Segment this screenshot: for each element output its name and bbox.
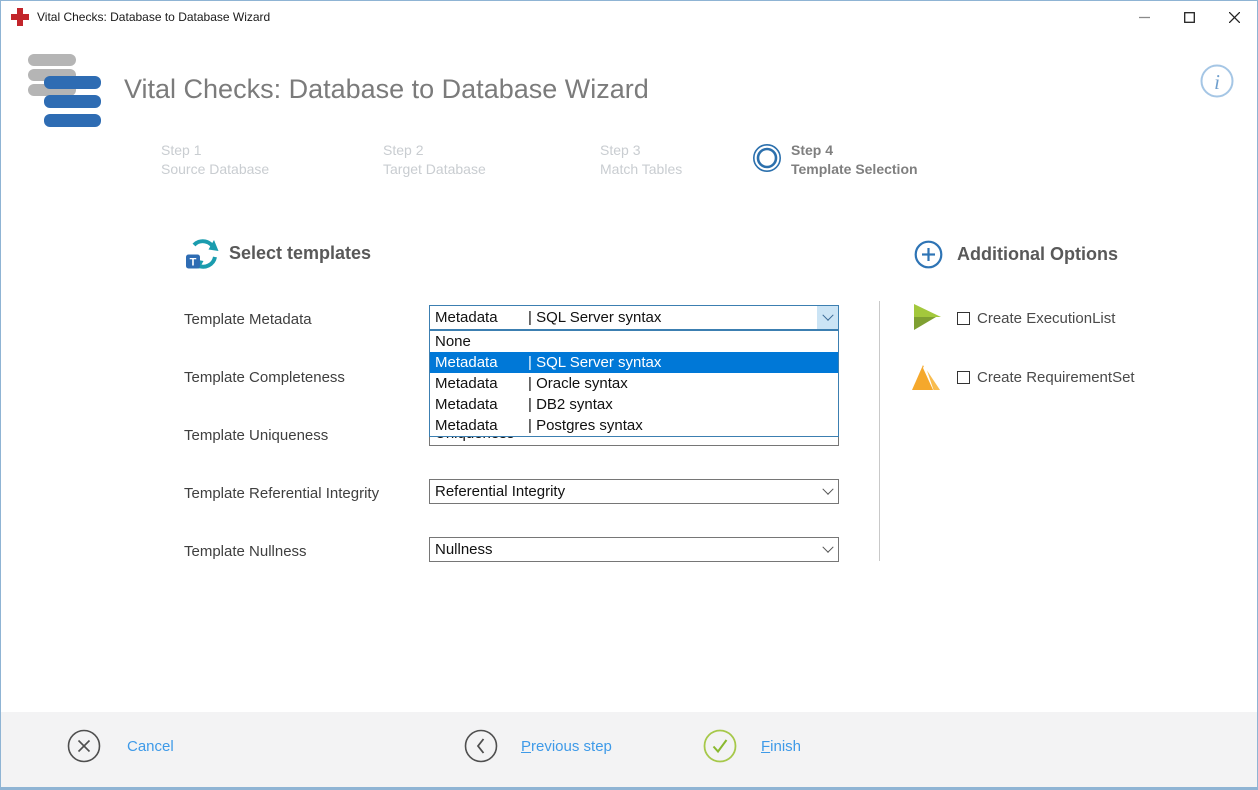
selected-value: Referential Integrity (435, 483, 565, 500)
dropdown-arrow[interactable] (817, 538, 838, 561)
title-bar: Vital Checks: Database to Database Wizar… (1, 1, 1257, 33)
template-uniqueness-label: Template Uniqueness (184, 427, 328, 444)
cancel-button[interactable]: Cancel (67, 729, 174, 763)
dropdown-option-none[interactable]: None (430, 331, 838, 352)
requirement-set-icon (912, 362, 942, 392)
step-label: Target Database (383, 161, 486, 177)
step-4-template-selection: Step 4 Template Selection (791, 141, 918, 179)
option-name: Metadata (435, 417, 528, 434)
step-number: Step 4 (791, 141, 918, 160)
dropdown-arrow[interactable] (817, 480, 838, 503)
option-detail: | Postgres syntax (528, 417, 643, 434)
template-metadata-label: Template Metadata (184, 311, 312, 328)
option-name: Metadata (435, 396, 528, 413)
plus-circle-icon (914, 240, 943, 269)
option-detail: | DB2 syntax (528, 396, 613, 413)
select-templates-icon: T (185, 236, 219, 270)
option-detail: | Oracle syntax (528, 375, 628, 392)
chevron-down-icon (822, 309, 833, 320)
check-icon (703, 729, 737, 763)
close-icon (1229, 12, 1240, 23)
page-title: Vital Checks: Database to Database Wizar… (124, 74, 649, 105)
template-nullness-select[interactable]: Nullness (429, 537, 839, 562)
wizard-window: Vital Checks: Database to Database Wizar… (0, 0, 1258, 790)
create-executionlist-label[interactable]: Create ExecutionList (977, 310, 1115, 327)
footer-bar: Cancel Previous step Finish (1, 712, 1257, 787)
option-name: None (435, 333, 528, 350)
minimize-button[interactable] (1122, 2, 1167, 33)
chevron-down-icon (822, 483, 833, 494)
step-number: Step 3 (600, 141, 682, 160)
execution-list-icon (912, 303, 942, 333)
window-title: Vital Checks: Database to Database Wizar… (37, 10, 270, 24)
logo-bar (28, 54, 76, 66)
section-divider (879, 301, 880, 561)
template-referential-integrity-select[interactable]: Referential Integrity (429, 479, 839, 504)
dropdown-option-sql-server[interactable]: Metadata | SQL Server syntax (430, 352, 838, 373)
create-executionlist-checkbox[interactable] (957, 312, 970, 325)
svg-text:i: i (1214, 70, 1220, 94)
close-button[interactable] (1212, 2, 1257, 33)
logo-bar (44, 95, 101, 108)
template-referential-integrity-label: Template Referential Integrity (184, 485, 379, 502)
option-name: Metadata (435, 375, 528, 392)
cancel-x-icon (67, 729, 101, 763)
dropdown-option-postgres[interactable]: Metadata | Postgres syntax (430, 415, 838, 436)
logo-bar (44, 76, 101, 89)
app-logo (28, 54, 103, 129)
selected-value-detail: | SQL Server syntax (528, 309, 661, 326)
step-2-target-database: Step 2 Target Database (383, 141, 486, 179)
option-name: Metadata (435, 354, 528, 371)
cancel-label: Cancel (127, 738, 174, 755)
template-nullness-label: Template Nullness (184, 543, 307, 560)
create-requirementset-checkbox[interactable] (957, 371, 970, 384)
chevron-left-icon (464, 729, 498, 763)
step-1-source-database: Step 1 Source Database (161, 141, 269, 179)
additional-options-title: Additional Options (957, 244, 1118, 265)
dropdown-option-oracle[interactable]: Metadata | Oracle syntax (430, 373, 838, 394)
svg-text:T: T (190, 257, 197, 269)
info-icon: i (1199, 63, 1235, 99)
minimize-icon (1139, 12, 1150, 23)
dropdown-arrow[interactable] (817, 306, 838, 329)
step-label: Source Database (161, 161, 269, 177)
red-cross-app-icon (11, 8, 29, 26)
finish-button[interactable]: Finish (703, 729, 801, 763)
template-metadata-select[interactable]: Metadata | SQL Server syntax (429, 305, 839, 330)
previous-step-label: Previous step (521, 738, 612, 755)
logo-bar (44, 114, 101, 127)
current-step-icon (752, 143, 782, 173)
select-templates-title: Select templates (229, 243, 371, 264)
step-number: Step 2 (383, 141, 486, 160)
previous-step-button[interactable]: Previous step (464, 729, 612, 763)
step-label: Match Tables (600, 161, 682, 177)
step-number: Step 1 (161, 141, 269, 160)
create-requirementset-label[interactable]: Create RequirementSet (977, 369, 1135, 386)
maximize-icon (1184, 12, 1195, 23)
selected-value: Nullness (435, 541, 493, 558)
selected-value-name: Metadata (435, 309, 528, 326)
dropdown-option-db2[interactable]: Metadata | DB2 syntax (430, 394, 838, 415)
step-label: Template Selection (791, 161, 918, 177)
option-detail: | SQL Server syntax (528, 354, 661, 371)
chevron-down-icon (822, 541, 833, 552)
info-button[interactable]: i (1199, 63, 1235, 99)
template-completeness-label: Template Completeness (184, 369, 345, 386)
maximize-button[interactable] (1167, 2, 1212, 33)
finish-label: Finish (761, 738, 801, 755)
template-metadata-dropdown-list: None Metadata | SQL Server syntax Metada… (429, 330, 839, 437)
step-3-match-tables: Step 3 Match Tables (600, 141, 682, 179)
